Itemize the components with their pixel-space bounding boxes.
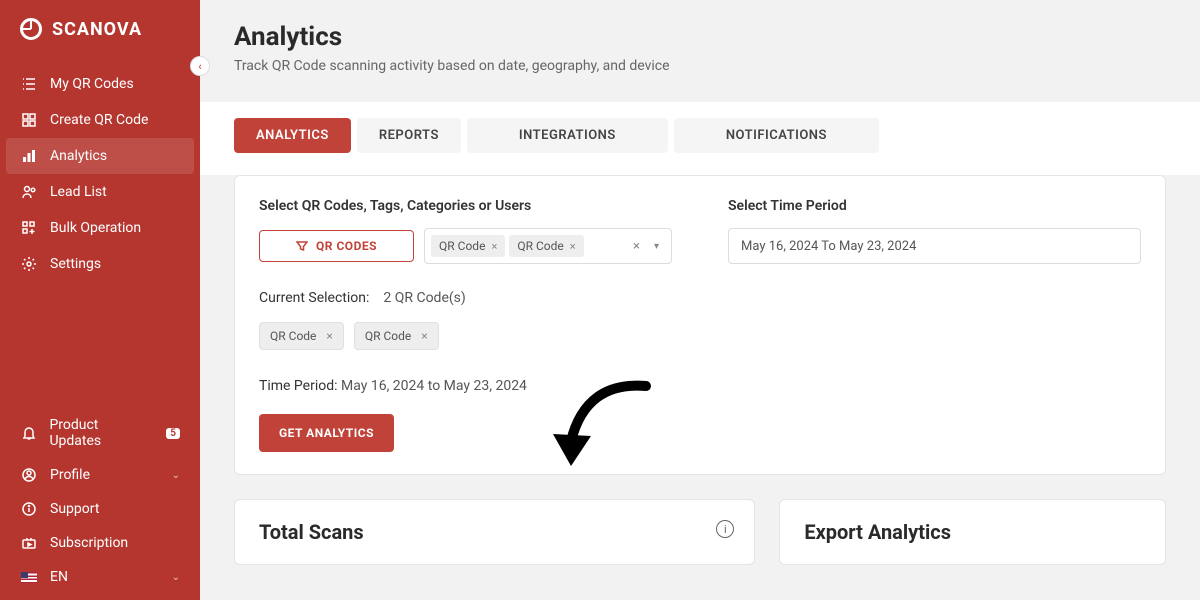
flag-icon <box>20 572 38 583</box>
people-icon <box>20 184 38 200</box>
info-icon[interactable]: i <box>716 520 734 538</box>
nav-label: Bulk Operation <box>50 220 141 236</box>
selection-chip: QR Code× <box>259 322 344 350</box>
chart-icon <box>20 148 38 164</box>
qr-multiselect[interactable]: QR Code× QR Code× × ▾ <box>424 228 672 264</box>
nav-label: Subscription <box>50 535 128 551</box>
time-select-label: Select Time Period <box>728 198 1141 214</box>
date-range-input[interactable]: May 16, 2024 To May 23, 2024 <box>728 228 1141 264</box>
grid-icon <box>20 112 38 128</box>
page-subtitle: Track QR Code scanning activity based on… <box>234 58 1166 74</box>
profile-icon <box>20 467 38 483</box>
remove-chip-icon[interactable]: × <box>570 240 576 253</box>
info-icon <box>20 501 38 517</box>
chevron-down-icon: ⌄ <box>172 470 180 481</box>
filter-panel: Select QR Codes, Tags, Categories or Use… <box>234 175 1166 475</box>
chevron-down-icon[interactable]: ▾ <box>648 241 665 252</box>
card-title: Export Analytics <box>804 520 1141 544</box>
export-analytics-card: Export Analytics <box>779 499 1166 565</box>
selected-chip: QR Code× <box>509 235 583 257</box>
nav-label: Create QR Code <box>50 112 148 128</box>
page-title: Analytics <box>234 22 1166 52</box>
selection-chip: QR Code× <box>354 322 439 350</box>
tab-notifications[interactable]: NOTIFICATIONS <box>674 118 879 153</box>
qr-select-label: Select QR Codes, Tags, Categories or Use… <box>259 198 672 214</box>
filter-icon <box>296 240 308 252</box>
target-icon <box>20 18 42 40</box>
clear-all-icon[interactable]: × <box>629 239 644 254</box>
sidebar: SCANOVA ‹ My QR Codes Create QR Code Ana… <box>0 0 200 600</box>
nav-label: Product Updates <box>49 417 150 449</box>
tab-analytics[interactable]: ANALYTICS <box>234 118 351 153</box>
selected-chip: QR Code× <box>431 235 505 257</box>
updates-badge: 5 <box>166 428 180 439</box>
remove-chip-icon[interactable]: × <box>326 329 332 343</box>
nav-support[interactable]: Support <box>0 492 200 526</box>
nav-label: Lead List <box>50 184 107 200</box>
qr-button-label: QR CODES <box>316 239 377 253</box>
current-selection-label: Current Selection: <box>259 290 369 306</box>
brand-name: SCANOVA <box>52 19 142 40</box>
current-selection-value: 2 QR Code(s) <box>383 290 465 306</box>
collapse-sidebar-button[interactable]: ‹ <box>190 56 210 76</box>
nav-product-updates[interactable]: Product Updates 5 <box>0 408 200 458</box>
nav-analytics[interactable]: Analytics <box>6 138 194 174</box>
nav-label: Analytics <box>50 148 107 164</box>
lang-label: EN <box>50 569 68 585</box>
nav-create-qr[interactable]: Create QR Code <box>0 102 200 138</box>
time-period-value: May 16, 2024 to May 23, 2024 <box>341 378 527 394</box>
main-nav: My QR Codes Create QR Code Analytics Lea… <box>0 58 200 282</box>
list-icon <box>20 76 38 92</box>
nav-label: My QR Codes <box>50 76 134 92</box>
nav-settings[interactable]: Settings <box>0 246 200 282</box>
nav-label: Profile <box>50 467 90 483</box>
main-content: Analytics Track QR Code scanning activit… <box>200 0 1200 600</box>
nav-label: Settings <box>50 256 101 272</box>
gear-icon <box>20 256 38 272</box>
grid-plus-icon <box>20 220 38 236</box>
bottom-nav: Product Updates 5 Profile ⌄ Support Subscr… <box>0 408 200 600</box>
get-analytics-button[interactable]: GET ANALYTICS <box>259 414 394 452</box>
brand-logo[interactable]: SCANOVA <box>0 0 200 58</box>
bell-icon <box>20 425 37 441</box>
nav-language[interactable]: EN ⌄ <box>0 560 200 594</box>
nav-profile[interactable]: Profile ⌄ <box>0 458 200 492</box>
nav-subscription[interactable]: Subscription <box>0 526 200 560</box>
nav-lead-list[interactable]: Lead List <box>0 174 200 210</box>
time-period-label: Time Period: <box>259 378 338 394</box>
page-header: Analytics Track QR Code scanning activit… <box>200 0 1200 102</box>
nav-bulk-operation[interactable]: Bulk Operation <box>0 210 200 246</box>
tab-bar: ANALYTICS REPORTS INTEGRATIONS NOTIFICAT… <box>200 102 1200 175</box>
nav-label: Support <box>50 501 99 517</box>
tab-integrations[interactable]: INTEGRATIONS <box>467 118 668 153</box>
card-title: Total Scans <box>259 520 730 544</box>
chevron-down-icon: ⌄ <box>172 572 180 583</box>
remove-chip-icon[interactable]: × <box>421 329 427 343</box>
subscription-icon <box>20 535 38 551</box>
remove-chip-icon[interactable]: × <box>491 240 497 253</box>
qr-codes-button[interactable]: QR CODES <box>259 230 414 262</box>
nav-my-qr-codes[interactable]: My QR Codes <box>0 66 200 102</box>
total-scans-card: Total Scans i <box>234 499 755 565</box>
tab-reports[interactable]: REPORTS <box>357 118 461 153</box>
